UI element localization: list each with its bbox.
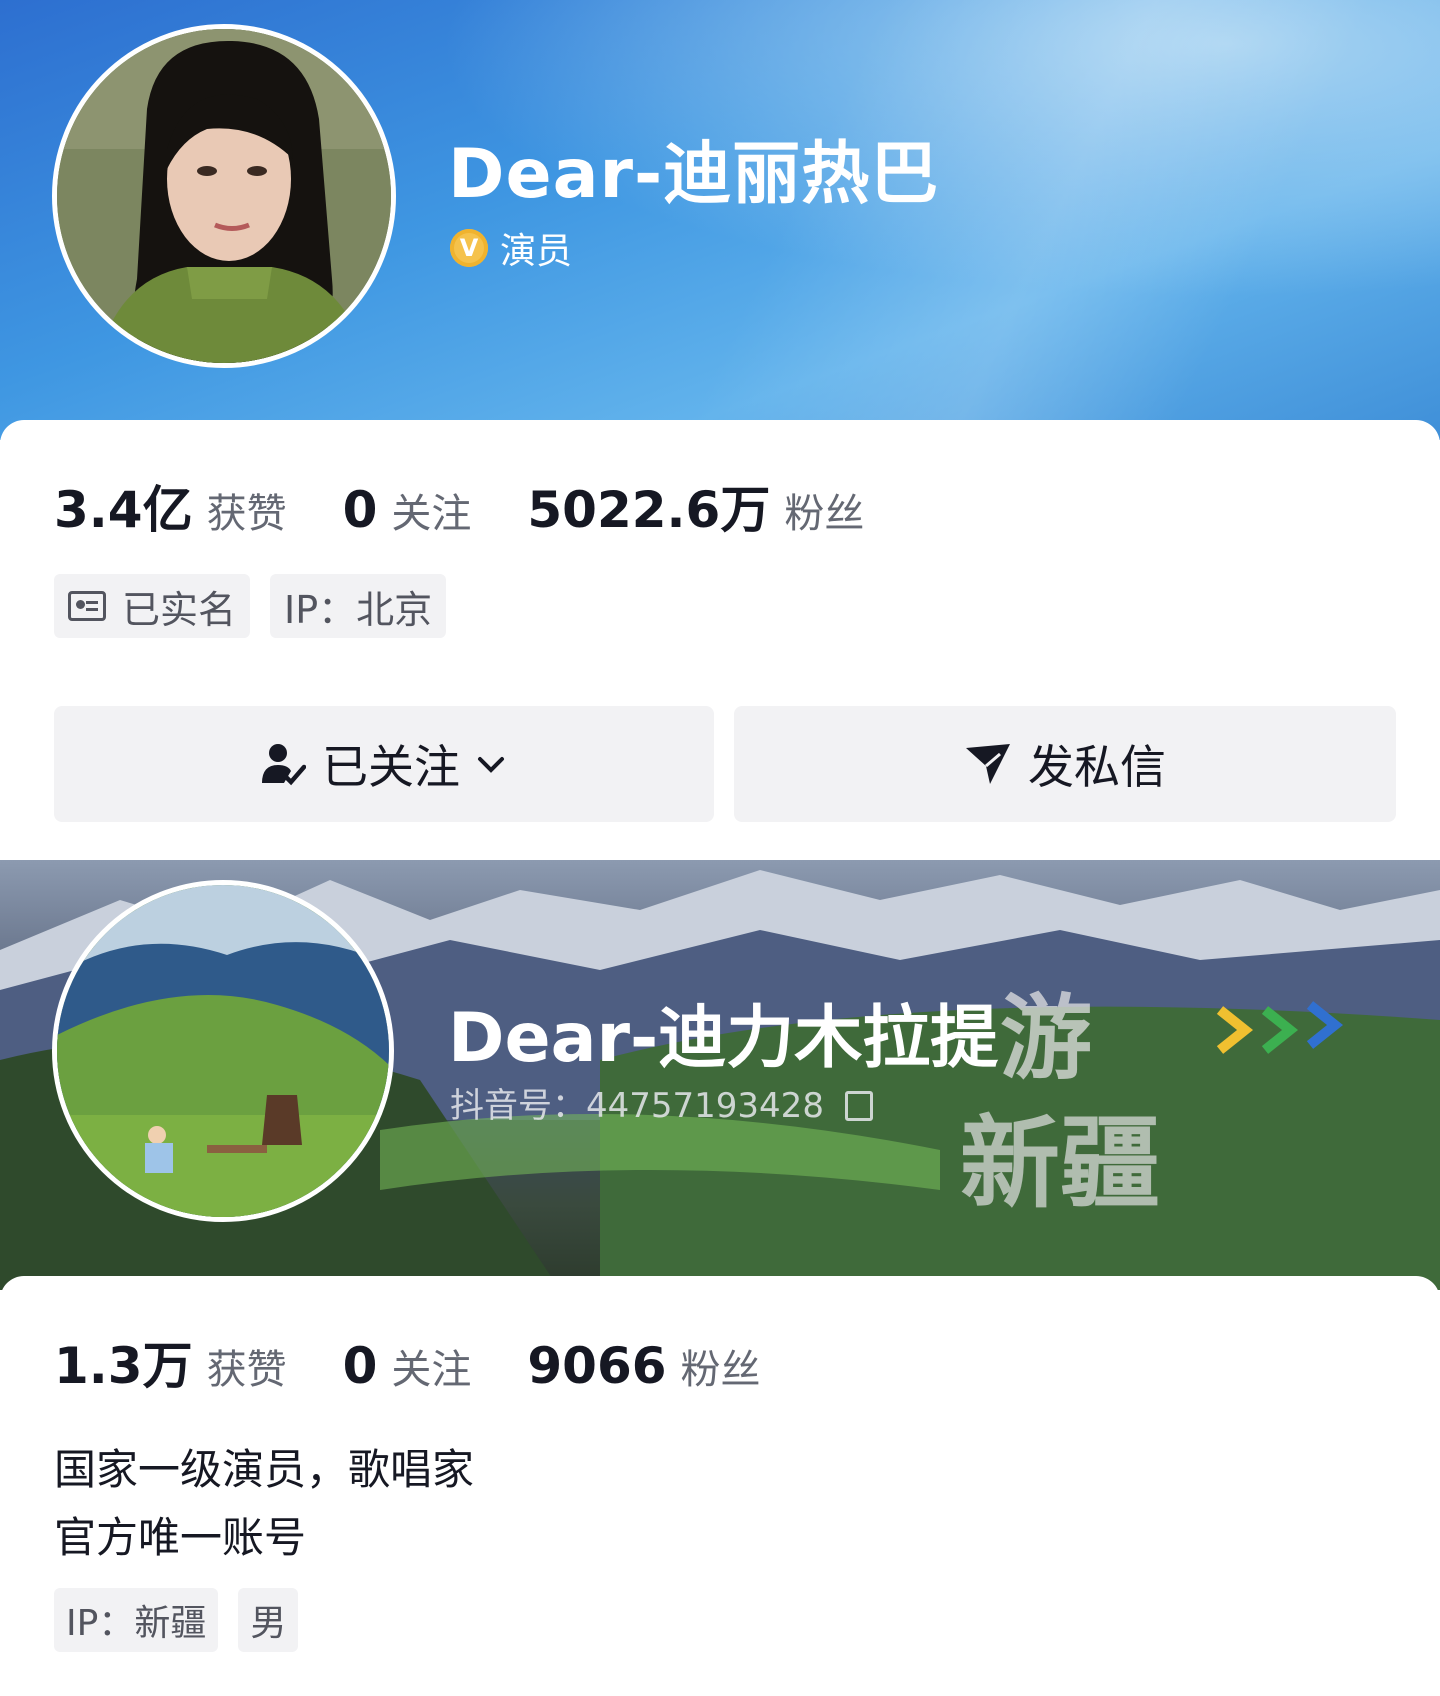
send-message-button[interactable]: 发私信 bbox=[734, 706, 1396, 822]
stat-likes-label[interactable]: 获赞 bbox=[207, 1337, 287, 1395]
profile1-avatar[interactable] bbox=[52, 24, 396, 368]
tag-ip-location: IP：新疆 bbox=[54, 1588, 219, 1652]
send-message-label: 发私信 bbox=[1028, 740, 1166, 794]
profile2-username: Dear-迪力木拉提 bbox=[448, 999, 999, 1078]
profile2-stats: 1.3万 获赞 0 关注 9066 粉丝 bbox=[54, 1326, 817, 1398]
screenshot-root: Dear-迪丽热巴 V 演员 3.4亿 获赞 0 关注 5022.6万 粉丝 已… bbox=[0, 0, 1440, 1696]
followed-button-label: 已关注 bbox=[322, 740, 460, 794]
profile1-tags: 已实名 IP：北京 bbox=[54, 574, 466, 638]
stat-fans-label[interactable]: 粉丝 bbox=[681, 1337, 761, 1395]
stat-likes-label[interactable]: 获赞 bbox=[207, 481, 287, 539]
profile2-avatar[interactable] bbox=[52, 880, 394, 1222]
user-check-icon bbox=[262, 744, 306, 786]
profile2-tags: IP：新疆 男 bbox=[54, 1588, 318, 1652]
profile1-username: Dear-迪丽热巴 bbox=[448, 135, 940, 214]
profile1-verified-label: 演员 bbox=[500, 231, 573, 272]
stat-following-label[interactable]: 关注 bbox=[391, 1337, 471, 1395]
tag-gender: 男 bbox=[238, 1588, 299, 1652]
stat-following-label[interactable]: 关注 bbox=[391, 481, 471, 539]
banner-text-xinjiang: 新疆 bbox=[960, 1105, 1160, 1222]
stat-likes-value: 3.4亿 bbox=[54, 481, 193, 539]
stat-fans-value: 9066 bbox=[527, 1337, 667, 1395]
profile2-info-card: 1.3万 获赞 0 关注 9066 粉丝 国家一级演员，歌唱家 官方唯一账号 I… bbox=[0, 1276, 1440, 1696]
stat-following-value: 0 bbox=[342, 481, 378, 539]
followed-button[interactable]: 已关注 bbox=[54, 706, 714, 822]
bio-line: 国家一级演员，歌唱家 bbox=[54, 1445, 475, 1494]
profile1-stats: 3.4亿 获赞 0 关注 5022.6万 粉丝 bbox=[54, 470, 920, 542]
tag-real-name: 已实名 bbox=[54, 574, 251, 638]
stat-fans-value: 5022.6万 bbox=[527, 481, 771, 539]
banner-text-you: 游 bbox=[1000, 985, 1092, 1092]
profile1-info-card: 3.4亿 获赞 0 关注 5022.6万 粉丝 已实名 IP：北京 已关注 发私… bbox=[0, 420, 1440, 870]
profile2-bio: 国家一级演员，歌唱家 官方唯一账号 bbox=[54, 1436, 474, 1572]
stat-following-value: 0 bbox=[342, 1337, 378, 1395]
tag-ip-location: IP：北京 bbox=[270, 574, 447, 638]
profile2-douyin-id[interactable]: 抖音号：44757193428 bbox=[450, 1078, 873, 1127]
profile1-action-buttons: 已关注 发私信 bbox=[54, 706, 1396, 822]
chevron-down-icon bbox=[478, 757, 504, 773]
paper-plane-icon bbox=[966, 744, 1010, 784]
bio-line: 官方唯一账号 bbox=[54, 1513, 307, 1562]
stat-likes-value: 1.3万 bbox=[54, 1337, 193, 1395]
id-card-icon bbox=[68, 591, 106, 621]
v-badge-icon: V bbox=[450, 229, 488, 267]
profile1-verification: V 演员 bbox=[450, 222, 572, 274]
stat-fans-label[interactable]: 粉丝 bbox=[784, 481, 864, 539]
copy-icon[interactable] bbox=[844, 1091, 873, 1121]
